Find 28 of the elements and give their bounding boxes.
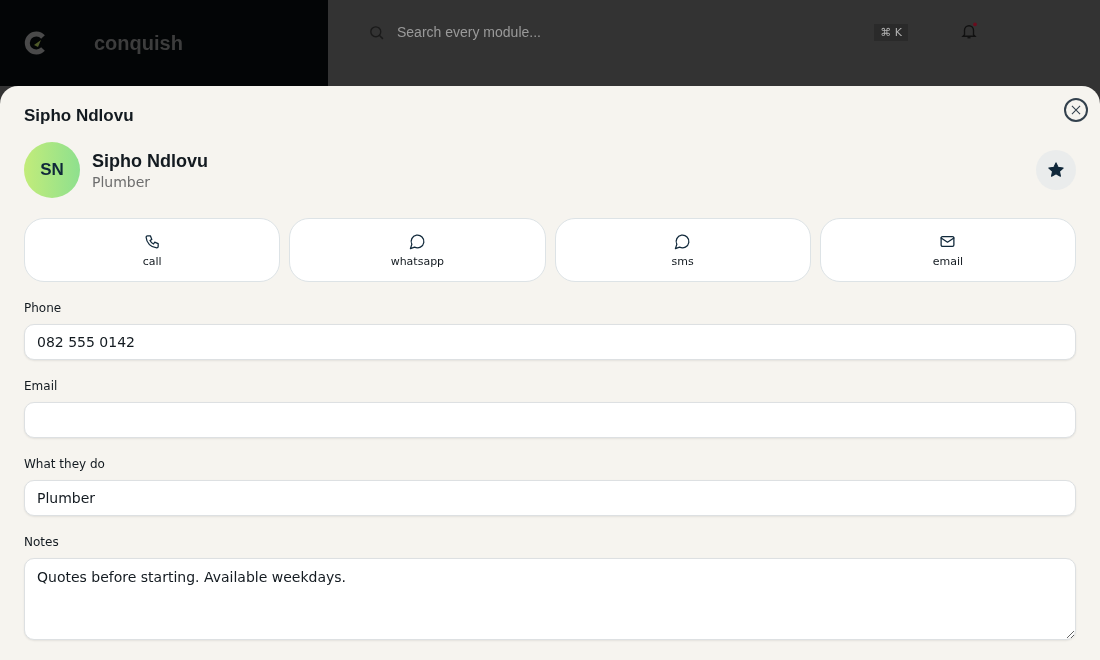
close-icon bbox=[1069, 103, 1083, 117]
shortcut-key: ⌘ K bbox=[874, 23, 908, 41]
contact-role: Plumber bbox=[92, 173, 152, 190]
field-label: Phone bbox=[24, 301, 63, 315]
notes-field[interactable]: Quotes before starting. Available weekdays. bbox=[24, 558, 1076, 640]
whatsapp-button[interactable]: whatsapp bbox=[289, 218, 546, 282]
contact-name: Sipho Ndlovu bbox=[92, 150, 209, 172]
chat-bubble-icon bbox=[408, 232, 426, 250]
input-field[interactable]: Plumber bbox=[24, 480, 1076, 516]
star-icon bbox=[1047, 161, 1065, 179]
field-label: What they do bbox=[24, 457, 106, 471]
email-button[interactable]: email bbox=[819, 218, 1076, 282]
avatar: SN bbox=[24, 142, 80, 198]
input-field[interactable]: 082 555 0142 bbox=[24, 324, 1076, 360]
close-button[interactable] bbox=[1064, 98, 1088, 122]
brand-name: conquish bbox=[94, 31, 183, 55]
search-field[interactable]: Search every module... bbox=[395, 23, 865, 41]
input-field[interactable] bbox=[24, 402, 1076, 438]
call-button[interactable]: call bbox=[24, 218, 281, 282]
search-icon bbox=[368, 23, 385, 41]
field-label: Notes bbox=[24, 535, 60, 549]
sms-button[interactable]: sms bbox=[554, 218, 811, 282]
field-label: Email bbox=[24, 379, 59, 393]
favorite-button[interactable] bbox=[1036, 150, 1076, 190]
sheet-title: Sipho Ndlovu bbox=[24, 106, 134, 126]
logo-icon bbox=[24, 31, 48, 55]
phone-icon bbox=[143, 232, 161, 250]
chat-bubble-icon bbox=[674, 232, 692, 250]
